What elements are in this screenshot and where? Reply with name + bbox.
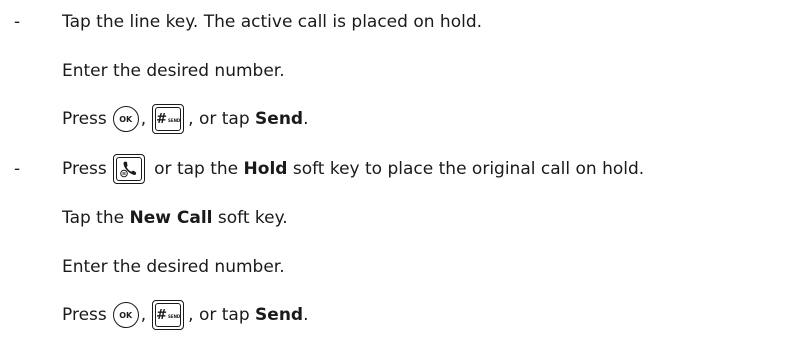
comma-text: , — [140, 305, 147, 325]
bullet-dash: - — [14, 12, 21, 32]
ok-key-icon: OK — [112, 302, 139, 328]
ok-key-label: OK — [119, 114, 133, 124]
send-key-icon: # SEND — [152, 104, 185, 134]
instruction-text: soft key to place the original call on h… — [287, 159, 645, 179]
instruction-text: Enter the desired number. — [62, 61, 285, 81]
instruction-text: or tap the — [148, 159, 244, 179]
comma-text: , — [140, 109, 147, 129]
instruction-text: , or tap — [188, 109, 256, 129]
phone-hold-icon — [119, 161, 136, 178]
hold-key-icon — [112, 154, 145, 184]
send-key-hash: # — [156, 307, 167, 323]
hold-softkey-text: Hold — [243, 159, 288, 179]
instruction-text: Tap the — [62, 208, 130, 228]
instruction-text: Press — [62, 305, 107, 325]
period-text: . — [303, 109, 309, 129]
instruction-text: soft key. — [212, 208, 288, 228]
instruction-text: Press — [62, 109, 107, 129]
instruction-text: Press — [62, 159, 107, 179]
send-key-label: SEND — [167, 118, 181, 123]
send-key-label: SEND — [167, 314, 181, 319]
send-softkey-text: Send — [255, 305, 304, 325]
ok-key-icon: OK — [112, 106, 139, 132]
instruction-text: Enter the desired number. — [62, 257, 285, 277]
period-text: . — [303, 305, 309, 325]
send-softkey-text: Send — [255, 109, 304, 129]
bullet-dash: - — [14, 159, 21, 179]
send-key-icon: # SEND — [152, 300, 185, 330]
send-key-hash: # — [156, 111, 167, 127]
instruction-text: , or tap — [188, 305, 256, 325]
instruction-text: Tap the line key. The active call is pla… — [62, 12, 483, 32]
new-call-softkey-text: New Call — [129, 208, 213, 228]
ok-key-label: OK — [119, 310, 133, 320]
